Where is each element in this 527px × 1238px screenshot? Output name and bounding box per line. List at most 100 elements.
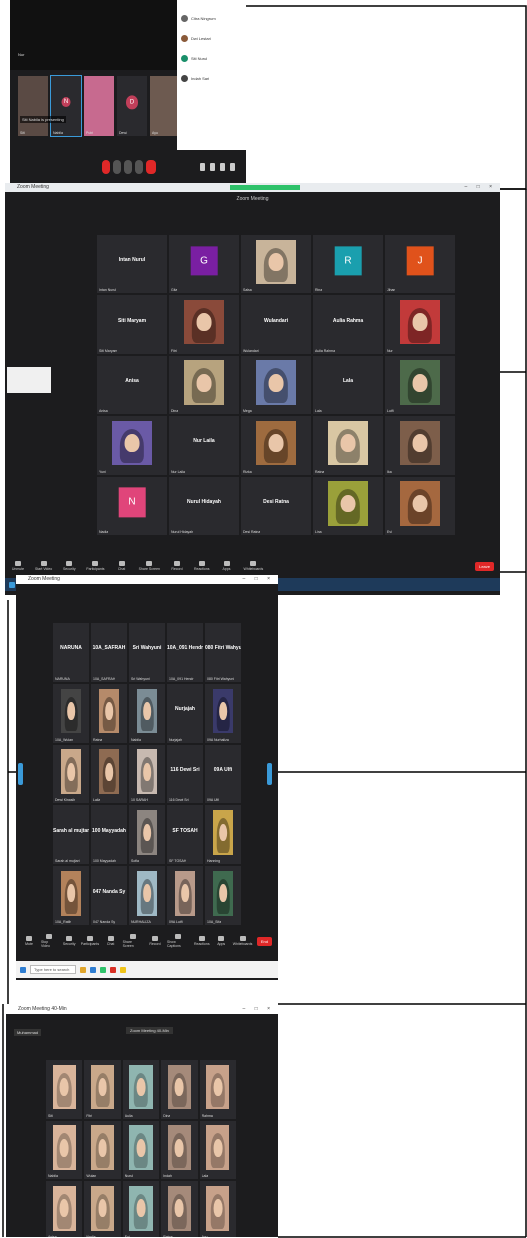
participant-tile[interactable]: 10 SARAH xyxy=(129,744,165,804)
control-share-screen[interactable]: Share Screen xyxy=(123,934,143,948)
control-record[interactable]: Record xyxy=(148,936,162,946)
participant-tile[interactable]: 09A Lutfi xyxy=(167,866,203,925)
participant-row[interactable]: Dwi Lestari xyxy=(177,28,246,48)
participant-tile[interactable]: Nurjajah Nurjajah xyxy=(167,683,203,743)
participant-tile[interactable]: Dina xyxy=(161,1060,198,1119)
participant-tile[interactable]: Ratna xyxy=(313,416,383,475)
participant-tile[interactable]: NURHALIZA xyxy=(129,866,165,925)
participant-tile[interactable]: Indah xyxy=(161,1120,198,1180)
control-security[interactable]: Security xyxy=(62,561,76,571)
participant-tile[interactable]: Sofia xyxy=(129,805,165,865)
participant-tile[interactable]: Laila xyxy=(91,744,127,804)
taskbar-app-icon[interactable] xyxy=(120,966,126,973)
participant-tile[interactable]: 10A_Ratih xyxy=(53,866,89,925)
control-whiteboards[interactable]: Whiteboards xyxy=(233,936,252,946)
more-button[interactable] xyxy=(135,160,143,174)
control-chat[interactable]: Chat xyxy=(104,936,118,946)
participant-tile[interactable]: 10A_SAFRAH 10A_SAFRAH xyxy=(91,623,127,682)
participant-tile[interactable]: N Nadia xyxy=(97,476,167,535)
strip-tile[interactable]: D Dewi xyxy=(117,76,147,136)
control-stop-video[interactable]: Stop Video xyxy=(41,934,57,948)
chat-icon[interactable] xyxy=(220,163,225,171)
activities-icon[interactable] xyxy=(230,163,235,171)
participant-tile[interactable]: SF TOSAH SF TOSAH xyxy=(167,805,203,865)
participant-tile[interactable]: Wulandari Wulandari xyxy=(241,295,311,354)
participant-tile[interactable]: 100 Mayyadah 100 Mayyadah xyxy=(91,805,127,865)
participant-tile[interactable]: Ayu xyxy=(199,1181,236,1237)
participant-tile[interactable]: Lina xyxy=(313,476,383,535)
participant-tile[interactable]: 047 Nanda Sy 047 Nanda Sy xyxy=(91,866,127,925)
participant-tile[interactable]: Nur Laila Nur Laila xyxy=(169,416,239,475)
participant-tile[interactable]: Fitri xyxy=(169,295,239,354)
participant-tile[interactable]: Evi xyxy=(385,476,455,535)
participant-tile[interactable]: Wulan xyxy=(84,1120,121,1180)
end-call-button[interactable] xyxy=(146,160,156,174)
participant-tile[interactable]: Nurul xyxy=(122,1120,160,1180)
participant-tile[interactable]: Nadia xyxy=(84,1181,121,1237)
windows-start-icon[interactable] xyxy=(9,581,15,588)
participant-tile[interactable]: G Gita xyxy=(169,235,239,294)
control-participants[interactable]: Participants xyxy=(86,561,105,571)
participant-tile[interactable]: Ika xyxy=(385,416,455,475)
info-icon[interactable] xyxy=(200,163,205,171)
taskbar-app-icon[interactable] xyxy=(110,966,116,973)
participant-tile[interactable]: Evi xyxy=(122,1181,160,1237)
participant-tile[interactable]: 080 Fitri Wahyuni 080 Fitri Wahyuni xyxy=(205,623,241,682)
participant-tile[interactable]: NARUNA NARUNA xyxy=(53,623,89,682)
taskbar-app-icon[interactable] xyxy=(100,966,106,973)
prev-page-arrow-icon[interactable] xyxy=(18,763,23,785)
participant-tile[interactable]: Siti xyxy=(46,1060,83,1119)
window-controls[interactable]: – □ × xyxy=(465,183,497,192)
control-whiteboards[interactable]: Whiteboards xyxy=(244,561,263,571)
control-security[interactable]: Security xyxy=(62,936,76,946)
participant-tile[interactable]: Sarah al mujtari Sarah al mujtari xyxy=(53,805,89,865)
next-page-arrow-icon[interactable] xyxy=(267,763,272,785)
participant-tile[interactable]: 116 Dewi Sri 116 Dewi Sri xyxy=(167,744,203,804)
participant-tile[interactable]: Intan Nurul Intan Nurul xyxy=(97,235,167,294)
participant-tile[interactable]: Ratna xyxy=(91,683,127,743)
windows-start-icon[interactable] xyxy=(20,966,26,973)
participant-tile[interactable]: 09A Ulfi 09A Ulfi xyxy=(205,744,241,804)
participant-tile[interactable]: Nur xyxy=(385,295,455,354)
participant-tile[interactable]: Sri Wahyuni Sri Wahyuni xyxy=(129,623,165,682)
participant-tile[interactable]: Lala Lala xyxy=(313,355,383,415)
shared-thumbnail[interactable] xyxy=(7,367,51,393)
participant-tile[interactable]: 09A Nurhaliza xyxy=(205,683,241,743)
taskbar-app-icon[interactable] xyxy=(80,966,86,973)
control-participants[interactable]: Participants xyxy=(81,936,99,946)
control-record[interactable]: Record xyxy=(170,561,184,571)
participant-row[interactable]: Siti Nurul xyxy=(177,48,246,68)
share-button[interactable] xyxy=(124,160,132,174)
control-reactions[interactable]: Reactions xyxy=(194,561,210,571)
participant-tile[interactable]: Hanning xyxy=(205,805,241,865)
leave-button[interactable]: End xyxy=(256,936,272,946)
participant-tile[interactable]: Yuni xyxy=(97,416,167,475)
taskbar-app-icon[interactable] xyxy=(90,966,96,973)
participant-tile[interactable]: Aulia xyxy=(122,1060,160,1119)
participant-tile[interactable]: 10A_Sifa xyxy=(205,866,241,925)
control-share-screen[interactable]: Share Screen xyxy=(139,561,160,571)
participant-tile[interactable]: Salsa xyxy=(241,235,311,294)
window-controls[interactable]: – □ × xyxy=(243,575,275,584)
participant-tile[interactable]: Anisa xyxy=(46,1181,83,1237)
mic-button[interactable] xyxy=(102,160,110,174)
participant-tile[interactable]: Mega xyxy=(241,355,311,415)
participant-tile[interactable]: Dina xyxy=(169,355,239,415)
participant-tile[interactable]: Aulia Rahma Aulia Rahma xyxy=(313,295,383,354)
participant-tile[interactable]: 10A_091 Hendr 10A_091 Hendr xyxy=(167,623,203,682)
strip-tile[interactable]: Putri xyxy=(84,76,114,136)
participant-tile[interactable]: Dewi Kinasih xyxy=(53,744,89,804)
participant-tile[interactable]: Lala xyxy=(199,1120,236,1180)
control-unmute[interactable]: Unmute xyxy=(11,561,25,571)
control-apps[interactable]: Apps xyxy=(214,936,228,946)
strip-tile[interactable]: N Nabila xyxy=(50,75,82,137)
strip-tile[interactable]: Siti xyxy=(18,76,48,136)
participant-tile[interactable]: Nabila xyxy=(46,1120,83,1180)
participant-tile[interactable]: Fitri xyxy=(84,1060,121,1119)
control-show-captions[interactable]: Show Captions xyxy=(167,934,189,948)
window-controls[interactable]: – □ × xyxy=(243,1005,275,1014)
participant-tile[interactable]: 10A_Wulan xyxy=(53,683,89,743)
participant-tile[interactable]: Anisa Anisa xyxy=(97,355,167,415)
participant-tile[interactable]: Siti Maryam Siti Maryam xyxy=(97,295,167,354)
leave-button[interactable]: Leave xyxy=(475,561,494,571)
